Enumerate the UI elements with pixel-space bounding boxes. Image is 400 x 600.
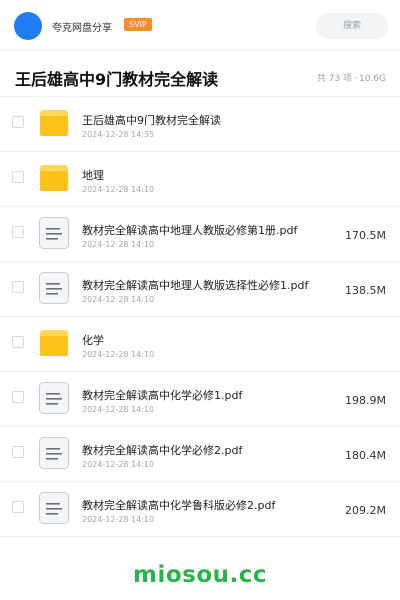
list-item[interactable]: 教材完全解读高中地理人教版必修第1册.pdf 2024-12-28 14:10 17…: [0, 207, 400, 262]
top-bar: 夸克网盘分享 SVIP 搜索: [0, 0, 400, 51]
file-size: 170.5M: [345, 229, 386, 242]
search-input[interactable]: 搜索: [316, 13, 388, 39]
list-item[interactable]: 教材完全解读高中化学必修2.pdf 2024-12-28 14:10 180.4M: [0, 427, 400, 482]
file-size: 209.2M: [345, 504, 386, 517]
select-checkbox[interactable]: [12, 501, 24, 513]
folder-meta: 共 73 项 · 10.6G: [317, 71, 386, 84]
file-date: 2024-12-28 14:35: [82, 130, 155, 139]
file-name: 化学: [82, 334, 104, 347]
file-name: 教材完全解读高中化学必修1.pdf: [82, 389, 243, 402]
page-title: 王后雄高中9门教材完全解读: [15, 70, 219, 89]
share-page: 夸克网盘分享 SVIP 搜索 王后雄高中9门教材完全解读 共 73 项 · 10.6…: [0, 0, 400, 600]
select-checkbox[interactable]: [12, 226, 24, 238]
folder-icon: [38, 327, 70, 359]
file-size: 198.9M: [345, 394, 386, 407]
folder-icon: [38, 107, 70, 139]
file-date: 2024-12-28 14:10: [82, 460, 155, 469]
watermark: miosou.cc: [132, 562, 268, 588]
document-icon: [38, 272, 70, 304]
select-checkbox[interactable]: [12, 336, 24, 348]
file-size: 138.5M: [345, 284, 386, 297]
file-date: 2024-12-28 14:10: [82, 350, 155, 359]
list-item[interactable]: 地理 2024-12-28 14:10: [0, 152, 400, 207]
file-name: 教材完全解读高中地理人教版必修第1册.pdf: [82, 224, 298, 237]
file-list: 王后雄高中9门教材完全解读 2024-12-28 14:35 地理 2024-12-2…: [0, 97, 400, 537]
folder-header: 王后雄高中9门教材完全解读 共 73 项 · 10.6G: [0, 52, 400, 97]
select-checkbox[interactable]: [12, 446, 24, 458]
list-item[interactable]: 教材完全解读高中地理人教版选择性必修1.pdf 2024-12-28 14:10 1…: [0, 262, 400, 317]
file-date: 2024-12-28 14:10: [82, 240, 155, 249]
list-item[interactable]: 教材完全解读高中化学必修1.pdf 2024-12-28 14:10 198.9M: [0, 372, 400, 427]
item-count: 共 73 项: [316, 74, 353, 84]
select-checkbox[interactable]: [12, 281, 24, 293]
document-icon: [38, 382, 70, 414]
select-checkbox[interactable]: [12, 116, 24, 128]
file-date: 2024-12-28 14:10: [82, 515, 155, 524]
select-checkbox[interactable]: [12, 391, 24, 403]
document-icon: [38, 217, 70, 249]
file-name: 教材完全解读高中化学必修2.pdf: [82, 444, 243, 457]
avatar[interactable]: [14, 12, 42, 40]
select-checkbox[interactable]: [12, 171, 24, 183]
file-name: 教材完全解读高中地理人教版选择性必修1.pdf: [82, 279, 309, 292]
meta-separator: ·: [354, 74, 357, 84]
file-date: 2024-12-28 14:10: [82, 185, 155, 194]
share-title: 夸克网盘分享: [52, 23, 112, 34]
file-date: 2024-12-28 14:10: [82, 405, 155, 414]
total-size: 10.6G: [358, 74, 386, 84]
file-name: 地理: [82, 169, 104, 182]
file-date: 2024-12-28 14:10: [82, 295, 155, 304]
document-icon: [38, 492, 70, 524]
file-name: 教材完全解读高中化学鲁科版必修2.pdf: [82, 499, 276, 512]
list-item[interactable]: 化学 2024-12-28 14:10: [0, 317, 400, 372]
svip-badge: SVIP: [124, 18, 152, 31]
folder-icon: [38, 162, 70, 194]
file-size: 180.4M: [345, 449, 386, 462]
list-item[interactable]: 王后雄高中9门教材完全解读 2024-12-28 14:35: [0, 97, 400, 152]
file-name: 王后雄高中9门教材完全解读: [82, 114, 221, 127]
document-icon: [38, 437, 70, 469]
list-item[interactable]: 教材完全解读高中化学鲁科版必修2.pdf 2024-12-28 14:10 209.…: [0, 482, 400, 537]
